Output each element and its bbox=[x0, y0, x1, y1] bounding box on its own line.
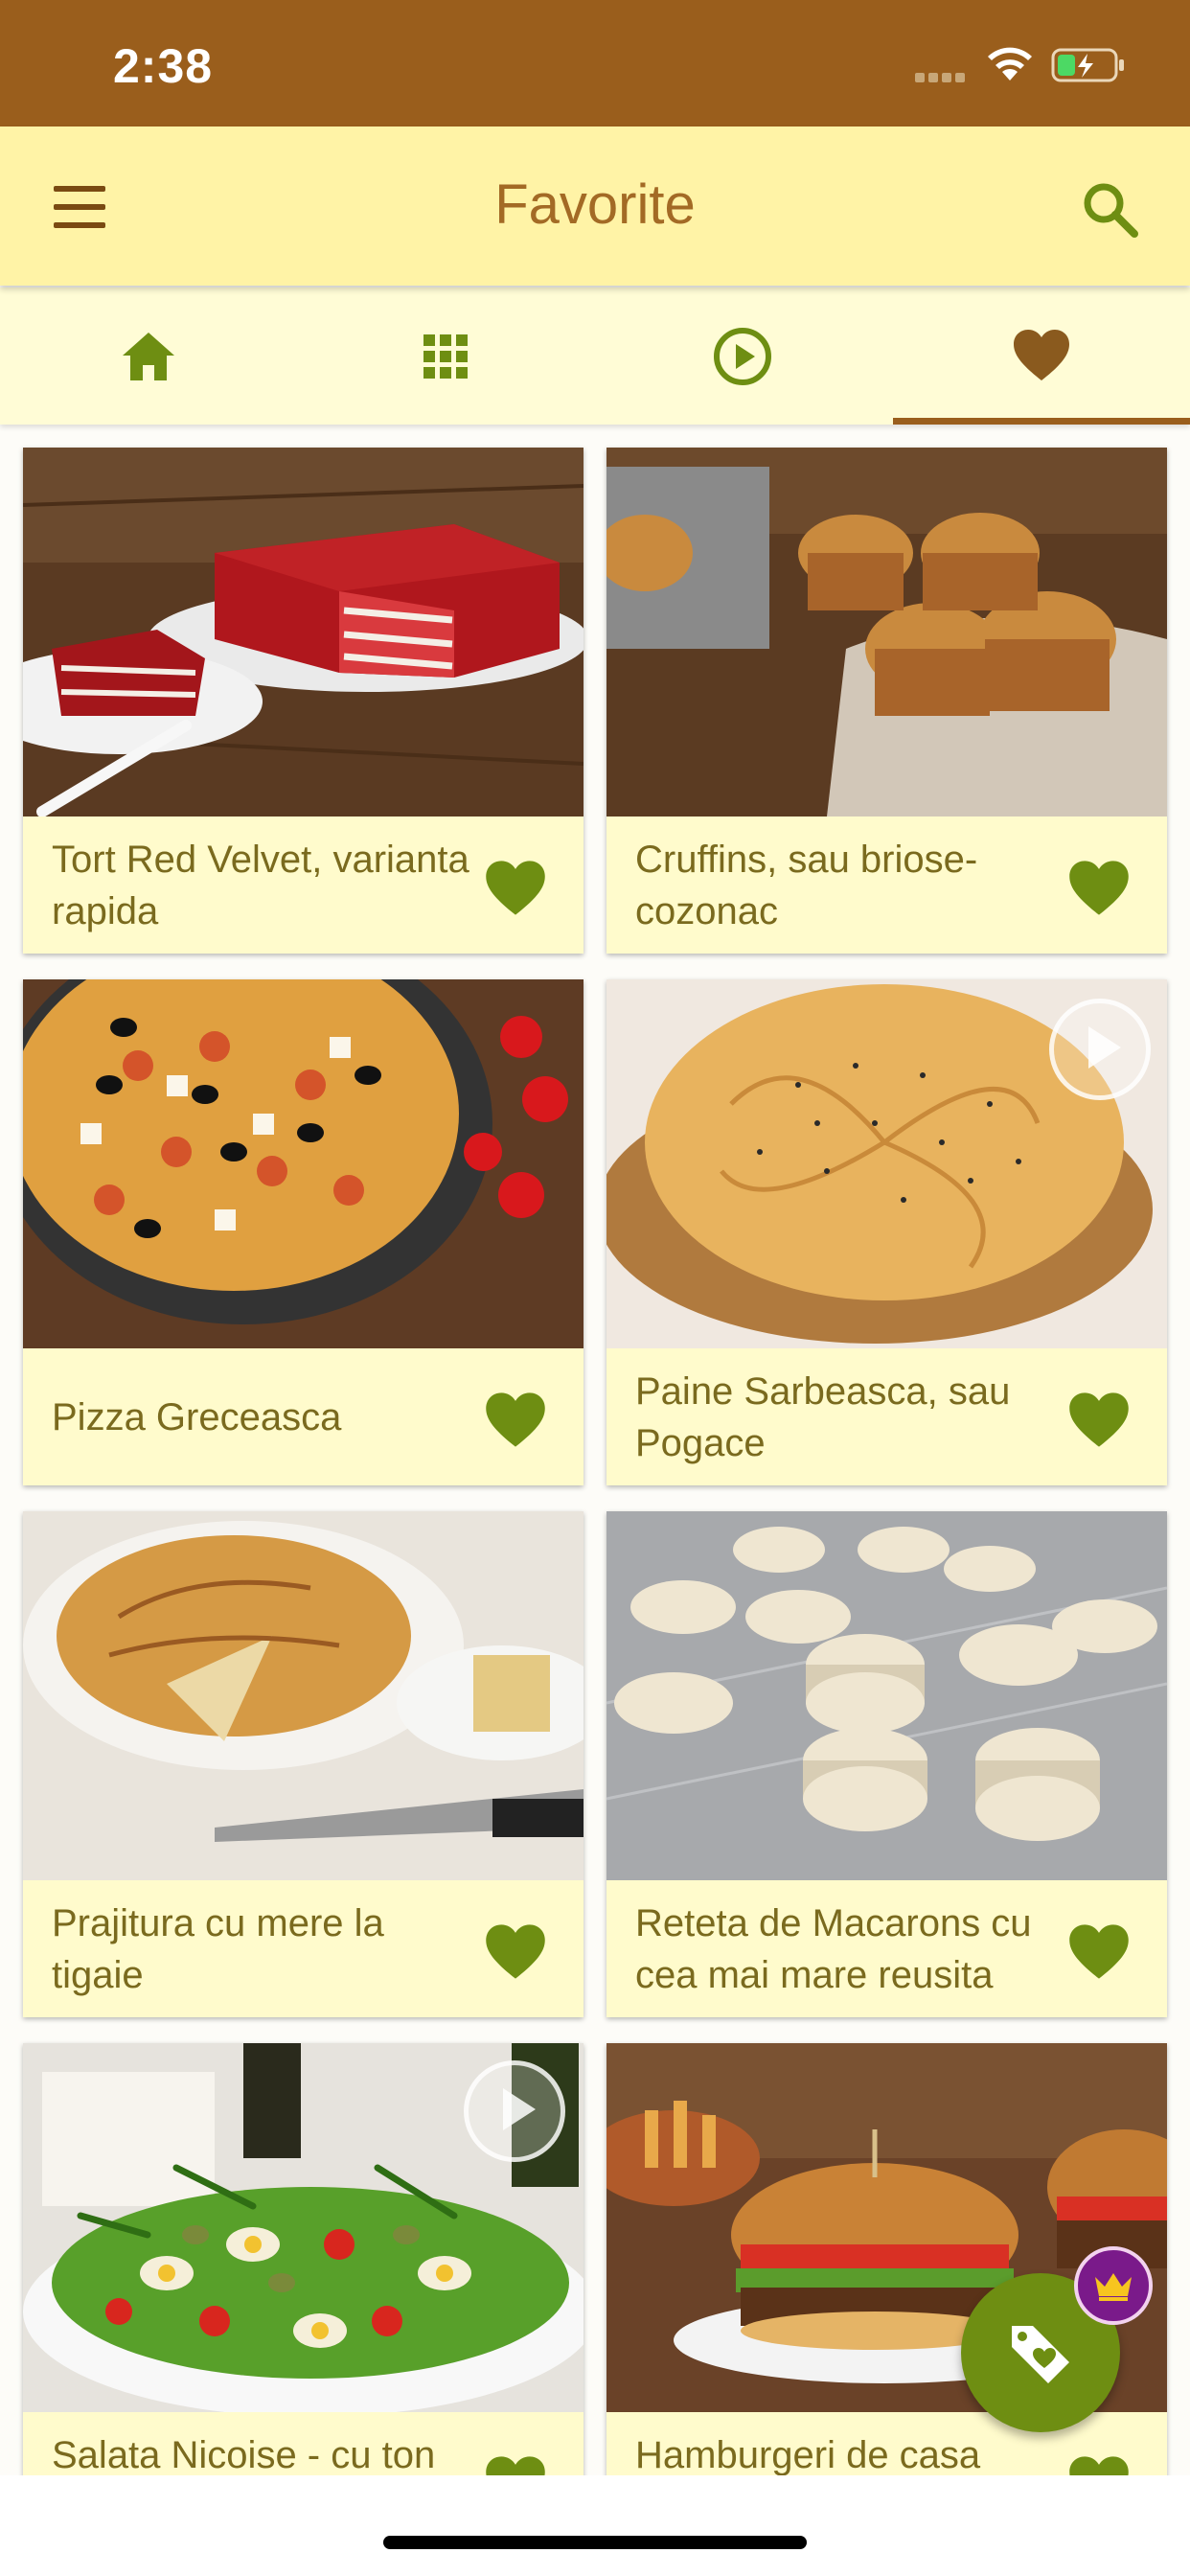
tab-favorites[interactable] bbox=[893, 288, 1190, 425]
recipe-card[interactable]: Pizza Greceasca bbox=[23, 979, 584, 1485]
favorite-heart-icon[interactable] bbox=[1065, 1921, 1133, 1981]
recipe-title: Prajitura cu mere la tigaie bbox=[52, 1901, 384, 1996]
recipe-title: Tort Red Velvet, varianta rapida bbox=[52, 838, 469, 932]
home-icon bbox=[123, 332, 174, 380]
recipe-photo bbox=[23, 979, 584, 1348]
recipe-title: Salata Nicoise - cu ton bbox=[52, 2434, 436, 2475]
recipe-card[interactable]: Reteta de Macarons cu cea mai mare reusi… bbox=[606, 1511, 1167, 2017]
search-icon[interactable] bbox=[1077, 176, 1144, 243]
premium-badge bbox=[1074, 2246, 1153, 2325]
favorites-grid: Tort Red Velvet, varianta rapida Cruffin… bbox=[0, 425, 1190, 2475]
wifi-icon bbox=[988, 47, 1032, 80]
favorite-heart-icon[interactable] bbox=[1065, 858, 1133, 917]
home-indicator-area bbox=[0, 2475, 1190, 2576]
battery-charging-icon bbox=[1051, 48, 1124, 82]
recipe-card[interactable]: Cruffins, sau briose-cozonac bbox=[606, 448, 1167, 954]
favorite-heart-icon[interactable] bbox=[482, 1921, 549, 1981]
recipe-photo bbox=[23, 2043, 584, 2412]
recipe-title: Cruffins, sau briose-cozonac bbox=[635, 838, 978, 932]
grid-icon bbox=[423, 334, 468, 379]
recipe-title: Pizza Greceasca bbox=[52, 1395, 342, 1438]
page-title: Favorite bbox=[494, 173, 696, 236]
favorite-heart-icon[interactable] bbox=[482, 858, 549, 917]
recipe-photo bbox=[606, 979, 1167, 1348]
cellular-signal-icon bbox=[915, 70, 969, 82]
tab-home[interactable] bbox=[0, 288, 297, 425]
video-play-icon bbox=[1049, 999, 1151, 1100]
video-play-icon bbox=[464, 2060, 565, 2162]
favorite-heart-icon[interactable] bbox=[1065, 2453, 1133, 2475]
app-bar: Favorite bbox=[0, 126, 1190, 286]
status-time: 2:38 bbox=[113, 39, 214, 93]
heart-icon bbox=[1014, 329, 1069, 380]
recipe-card[interactable]: Tort Red Velvet, varianta rapida bbox=[23, 448, 584, 954]
recipe-photo bbox=[23, 448, 584, 816]
tab-bar bbox=[0, 288, 1190, 425]
favorite-heart-icon[interactable] bbox=[1065, 1390, 1133, 1449]
recipe-photo bbox=[23, 1511, 584, 1880]
recipe-title: Paine Sarbeasca, sau Pogace bbox=[635, 1369, 1011, 1464]
tab-categories[interactable] bbox=[297, 288, 594, 425]
play-circle-icon bbox=[714, 327, 771, 385]
recipe-card[interactable]: Paine Sarbeasca, sau Pogace bbox=[606, 979, 1167, 1485]
tag-heart-icon bbox=[1012, 2326, 1069, 2383]
favorite-heart-icon[interactable] bbox=[482, 2453, 549, 2475]
active-tab-indicator bbox=[893, 418, 1190, 425]
recipe-photo bbox=[606, 1511, 1167, 1880]
tab-videos[interactable] bbox=[594, 288, 891, 425]
recipe-card[interactable]: Prajitura cu mere la tigaie bbox=[23, 1511, 584, 2017]
favorite-heart-icon[interactable] bbox=[482, 1390, 549, 1449]
status-bar: 2:38 bbox=[0, 0, 1190, 126]
home-indicator[interactable] bbox=[383, 2536, 807, 2549]
recipe-card[interactable]: Salata Nicoise - cu ton bbox=[23, 2043, 584, 2475]
crown-icon bbox=[1095, 2273, 1132, 2301]
recipe-title: Reteta de Macarons cu cea mai mare reusi… bbox=[635, 1901, 1032, 1996]
recipe-photo bbox=[606, 448, 1167, 816]
